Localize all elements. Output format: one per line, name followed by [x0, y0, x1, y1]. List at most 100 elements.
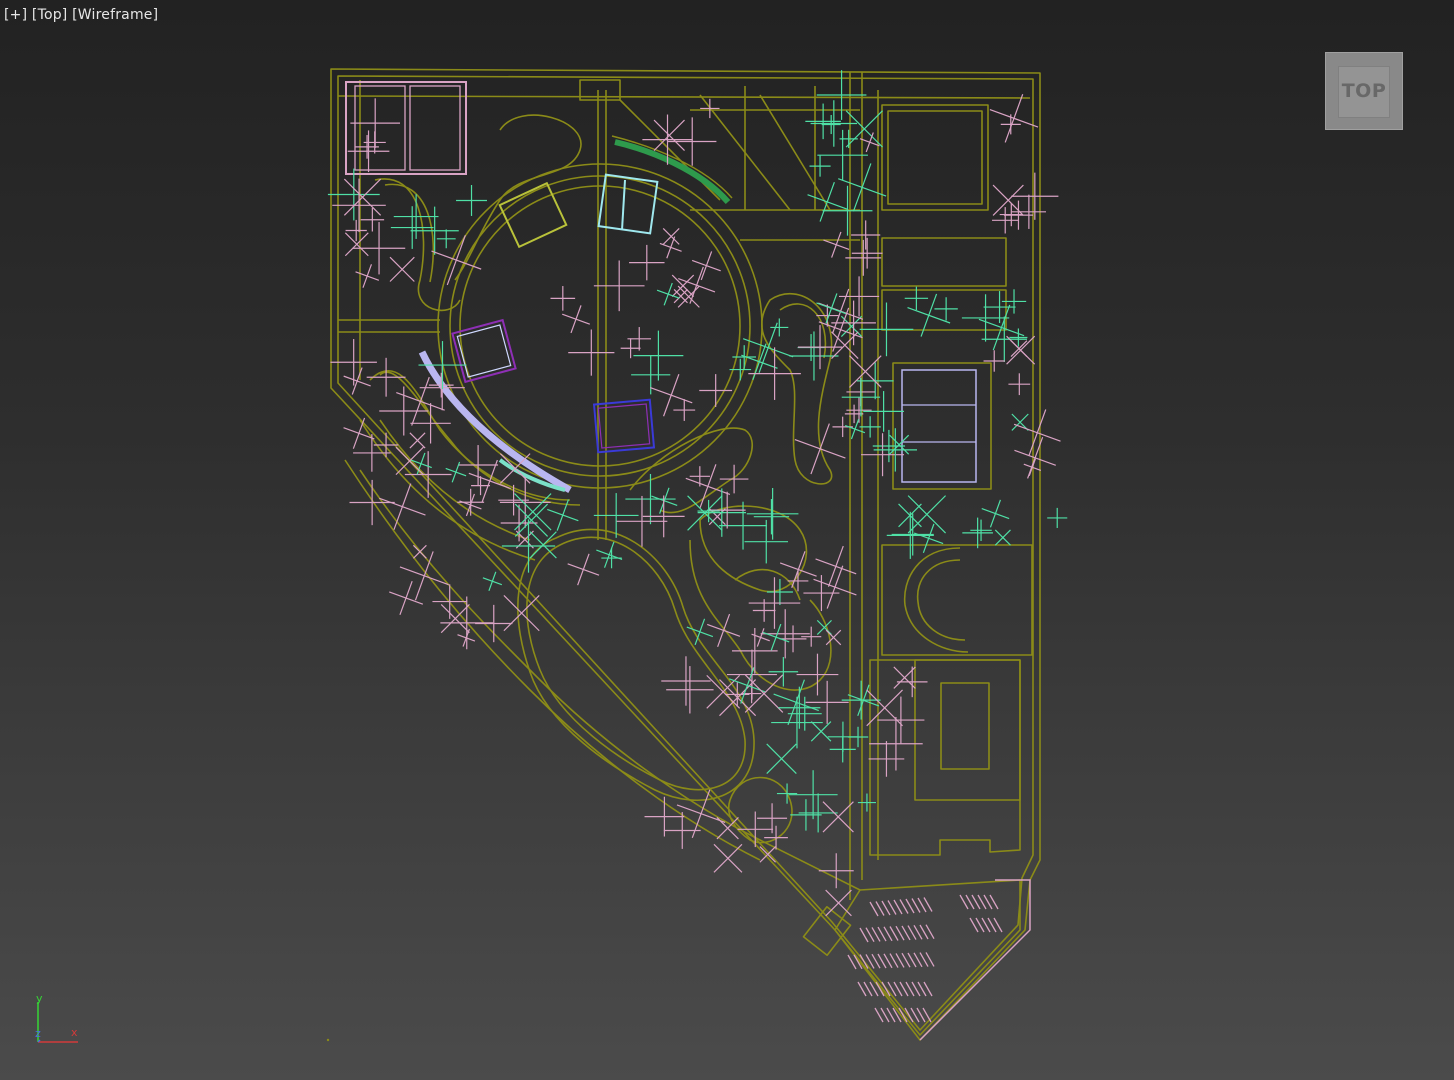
tree-symbol [746, 487, 799, 540]
tree-symbol [332, 178, 386, 233]
tree-symbol [699, 374, 733, 407]
tree-symbol [861, 433, 905, 477]
tree-symbol [776, 783, 798, 804]
tree-symbol [360, 207, 385, 232]
tree-symbol [409, 432, 426, 449]
tree-symbol [859, 302, 914, 357]
e-plot-2 [881, 289, 1007, 331]
tree-symbol [771, 696, 823, 749]
tree-symbol [841, 680, 881, 720]
se-building [914, 659, 1021, 801]
tree-symbol [829, 736, 856, 763]
tree-symbol [1011, 413, 1029, 431]
tree-symbol [633, 330, 684, 381]
tree-symbol [849, 355, 882, 388]
tree-symbol [475, 604, 513, 643]
viewcube[interactable]: TOP [1325, 52, 1403, 130]
tree-symbol [343, 367, 371, 395]
pond [526, 536, 746, 791]
viewport-label-menu: [+] [Top] [Wireframe] [4, 7, 158, 23]
site-boundary-inner [337, 75, 1034, 1031]
tree-symbol [631, 355, 671, 395]
tree-symbol [845, 110, 883, 148]
path-nw-b [384, 183, 435, 283]
tree-symbol [436, 229, 456, 249]
axis-tripod-icon: y x z [28, 990, 88, 1050]
se-building-inner [940, 682, 990, 770]
path-s-b [689, 539, 832, 691]
east-roundabout-b [903, 547, 969, 653]
tennis-court [901, 369, 977, 483]
tree-symbol [801, 626, 822, 647]
tree-symbol [593, 493, 639, 538]
tree-symbol [893, 666, 916, 689]
tree-symbol [851, 220, 881, 250]
tree-symbol [343, 178, 382, 216]
axis-x-label: x [71, 1026, 78, 1039]
tree-symbol [568, 329, 615, 376]
tree-symbol [751, 628, 770, 647]
tree-symbol [896, 666, 928, 698]
viewport-shading-menu[interactable]: [Wireframe] [72, 7, 158, 23]
tree-symbol [748, 347, 801, 400]
tree-symbol [787, 570, 809, 592]
tree-symbol [818, 853, 854, 889]
tree-symbol [934, 297, 958, 321]
tree-symbol [653, 119, 685, 152]
tree-symbol [732, 345, 757, 369]
viewport-view-menu[interactable]: [Top] [32, 7, 68, 23]
street-7 [759, 94, 831, 211]
tree-symbol [616, 495, 668, 547]
tree-symbol [445, 461, 467, 483]
tree-symbol [790, 799, 822, 831]
tree-symbol [873, 428, 918, 472]
tree-symbol [744, 519, 789, 564]
tree-symbol [823, 231, 850, 258]
tree-symbol [779, 625, 807, 653]
path-s [699, 505, 808, 593]
tree-symbol [498, 484, 529, 516]
wireframe-viewport[interactable]: [+] [Top] [Wireframe] TOP y x z [0, 0, 1454, 1080]
tree-symbol [366, 357, 406, 397]
axis-z-label: z [35, 1027, 41, 1040]
tree-symbol [678, 266, 716, 304]
tree-symbol [707, 613, 741, 647]
tree-symbol [913, 523, 944, 554]
tree-symbol [809, 155, 831, 177]
tree-symbol [868, 741, 905, 777]
tree-symbol [418, 341, 467, 390]
tree-symbol [676, 789, 726, 838]
tree-symbol [768, 657, 799, 687]
e-plot [881, 237, 1007, 287]
axis-y-label: y [36, 992, 43, 1005]
viewport-plus-menu[interactable]: [+] [4, 7, 27, 23]
tree-symbol [805, 103, 841, 140]
tree-symbol [719, 501, 767, 550]
tree-symbol [567, 553, 600, 586]
tree-symbol [822, 801, 854, 833]
tree-symbol [805, 680, 849, 724]
tree-symbol [803, 575, 840, 612]
site-plan-wireframe[interactable] [0, 0, 1454, 1080]
tree-symbol [440, 596, 494, 650]
tree-symbol [762, 623, 790, 651]
tree-symbol [970, 519, 992, 542]
tree-symbol [788, 770, 838, 820]
tree-symbol [410, 403, 451, 444]
tree-symbol [642, 495, 685, 538]
origin-dot [326, 1038, 330, 1042]
tree-symbol [989, 94, 1039, 143]
tree-symbol [962, 517, 993, 549]
parking-stalls [847, 894, 1003, 1023]
tree-symbol [396, 376, 445, 426]
tree-symbol [1008, 373, 1031, 396]
tree-symbol [593, 260, 645, 312]
tree-symbol [886, 511, 934, 559]
tree-symbol [661, 656, 711, 706]
tree-symbol [847, 726, 869, 748]
tree-symbol [981, 499, 1010, 528]
tree-symbol [347, 130, 390, 173]
tree-symbol [629, 244, 665, 281]
tree-symbol [877, 696, 925, 744]
tree-symbol [1013, 409, 1061, 457]
